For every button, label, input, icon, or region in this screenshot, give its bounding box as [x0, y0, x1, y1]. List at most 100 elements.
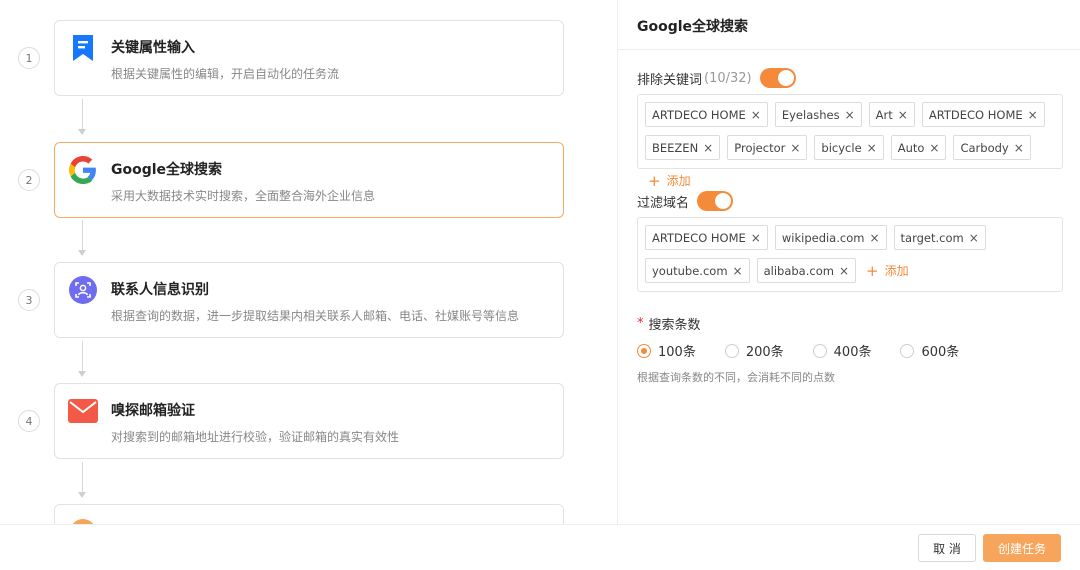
tag-label: wikipedia.com — [781, 230, 865, 245]
radio-label: 200条 — [745, 345, 784, 360]
domain-tag: wikipedia.com × — [774, 225, 887, 250]
domain-tag: youtube.com × — [645, 258, 750, 283]
step-card-partial[interactable] — [54, 504, 564, 524]
step-desc: 采用大数据技术实时搜索，全面整合海外企业信息 — [111, 189, 376, 203]
tag-label: target.com — [900, 230, 964, 245]
exclude-keywords-label: 排除关键词 (10/32) — [637, 68, 796, 88]
step-desc: 根据查询的数据，进一步提取结果内相关联系人邮箱、电话、社媒账号等信息 — [111, 309, 520, 323]
plus-icon: + — [866, 261, 879, 280]
create-task-button[interactable]: 创建任务 — [983, 534, 1061, 562]
tag-label: Auto — [897, 140, 925, 155]
tag-label: ARTDECO HOME — [652, 107, 746, 122]
add-domain-button[interactable]: + 添加 — [866, 258, 909, 283]
keyword-tag: bicycle × — [814, 135, 884, 160]
step-number-2: 2 — [18, 169, 40, 191]
filter-domains-label: 过滤域名 — [637, 191, 734, 211]
connector-line — [82, 462, 83, 492]
close-icon[interactable]: × — [929, 141, 939, 155]
step-desc: 对搜索到的邮箱地址进行校验，验证邮箱的真实有效性 — [111, 430, 400, 444]
radio-circle — [812, 343, 827, 358]
exclude-keywords-toggle[interactable] — [759, 68, 796, 88]
tag-label: bicycle — [821, 140, 862, 155]
close-icon[interactable]: × — [969, 231, 979, 245]
step-card-email-verification[interactable]: 嗅探邮箱验证 对搜索到的邮箱地址进行校验，验证邮箱的真实有效性 — [54, 383, 564, 459]
close-icon[interactable]: × — [733, 264, 743, 278]
toggle-knob — [777, 70, 794, 86]
filter-domains-tagbox[interactable]: ARTDECO HOME × wikipedia.com × target.com ×… — [637, 217, 1063, 292]
step-desc: 根据关键属性的编辑，开启自动化的任务流 — [111, 67, 340, 81]
close-icon[interactable]: × — [751, 231, 761, 245]
config-panel: Google全球搜索 排除关键词 (10/32) ARTDECO HOME × E… — [617, 0, 1080, 524]
exclude-keywords-tagbox[interactable]: ARTDECO HOME × Eyelashes × Art × ARTDECO HO… — [637, 94, 1063, 190]
radio-option-200[interactable]: 200条 — [724, 341, 784, 360]
radio-circle — [637, 343, 651, 358]
radio-label: 600条 — [921, 345, 960, 360]
tag-label: ARTDECO HOME — [652, 230, 746, 245]
close-icon[interactable]: × — [898, 108, 908, 122]
tag-label: Carbody — [960, 140, 1009, 155]
keyword-tag: ARTDECO HOME × — [921, 102, 1045, 127]
close-icon[interactable]: × — [867, 141, 877, 155]
step-card-contact-recognition[interactable]: 联系人信息识别 根据查询的数据，进一步提取结果内相关联系人邮箱、电话、社媒账号等… — [54, 262, 564, 338]
footer-bar: 取 消 创建任务 — [0, 524, 1080, 570]
toggle-knob — [715, 193, 732, 209]
tag-label: youtube.com — [652, 263, 728, 278]
tag-label: Projector — [734, 140, 786, 155]
close-icon[interactable]: × — [1028, 108, 1038, 122]
tag-label: Art — [875, 107, 893, 122]
exclude-keywords-count: (10/32) — [704, 70, 752, 86]
add-label: 添加 — [884, 264, 909, 278]
step-title: 嗅探邮箱验证 — [111, 403, 195, 419]
close-icon[interactable]: × — [790, 141, 800, 155]
add-keyword-button[interactable]: + 添加 — [648, 168, 691, 193]
connector-arrow-icon — [78, 129, 86, 135]
step-card-google-search[interactable]: Google全球搜索 采用大数据技术实时搜索，全面整合海外企业信息 — [54, 142, 564, 218]
keyword-tag: BEEZEN × — [645, 135, 721, 160]
step-number-1: 1 — [18, 47, 40, 69]
step-number-3: 3 — [18, 289, 40, 311]
radio-circle — [724, 343, 739, 358]
keyword-tag: ARTDECO HOME × — [645, 102, 768, 127]
radio-circle — [900, 343, 915, 358]
exclude-keywords-label-text: 排除关键词 — [637, 72, 703, 88]
tag-label: alibaba.com — [763, 263, 834, 278]
domain-tag: alibaba.com × — [756, 258, 857, 283]
search-count-radio-group: 100条 200条 400条 600条 — [637, 341, 988, 360]
close-icon[interactable]: × — [1014, 141, 1024, 155]
close-icon[interactable]: × — [839, 264, 849, 278]
connector-arrow-icon — [78, 492, 86, 498]
contact-scan-icon — [68, 275, 98, 305]
filter-domains-toggle[interactable] — [697, 191, 734, 211]
search-count-label-text: 搜索条数 — [648, 318, 701, 333]
divider — [618, 49, 1080, 50]
domain-tag: target.com × — [893, 225, 986, 250]
close-icon[interactable]: × — [869, 231, 879, 245]
plus-icon: + — [648, 171, 661, 190]
step-number-4: 4 — [18, 410, 40, 432]
radio-option-100[interactable]: 100条 — [637, 341, 696, 360]
close-icon[interactable]: × — [751, 108, 761, 122]
keyword-tag: Carbody × — [953, 135, 1031, 160]
close-icon[interactable]: × — [845, 108, 855, 122]
tag-label: BEEZEN — [652, 140, 699, 155]
step-title: 联系人信息识别 — [111, 282, 209, 298]
radio-option-600[interactable]: 600条 — [900, 341, 959, 360]
radio-label: 100条 — [658, 345, 696, 360]
workflow-panel: 1 关键属性输入 根据关键属性的编辑，开启自动化的任务流 2 Google全球搜… — [0, 0, 617, 524]
connector-arrow-icon — [78, 371, 86, 377]
radio-option-400[interactable]: 400条 — [812, 341, 872, 360]
bookmark-icon — [68, 33, 98, 63]
keyword-tag: Art × — [868, 102, 915, 127]
radio-label: 400条 — [833, 345, 872, 360]
step-card-keyword-input[interactable]: 关键属性输入 根据关键属性的编辑，开启自动化的任务流 — [54, 20, 564, 96]
domain-tag: ARTDECO HOME × — [645, 225, 768, 250]
search-count-hint: 根据查询条数的不同，会消耗不同的点数 — [637, 371, 835, 384]
google-icon — [68, 155, 98, 185]
tag-label: ARTDECO HOME — [928, 107, 1023, 122]
mail-icon — [68, 396, 98, 426]
step-title: 关键属性输入 — [111, 40, 195, 56]
close-icon[interactable]: × — [703, 141, 713, 155]
cancel-button[interactable]: 取 消 — [918, 534, 976, 562]
connector-arrow-icon — [78, 250, 86, 256]
connector-line — [82, 220, 83, 250]
